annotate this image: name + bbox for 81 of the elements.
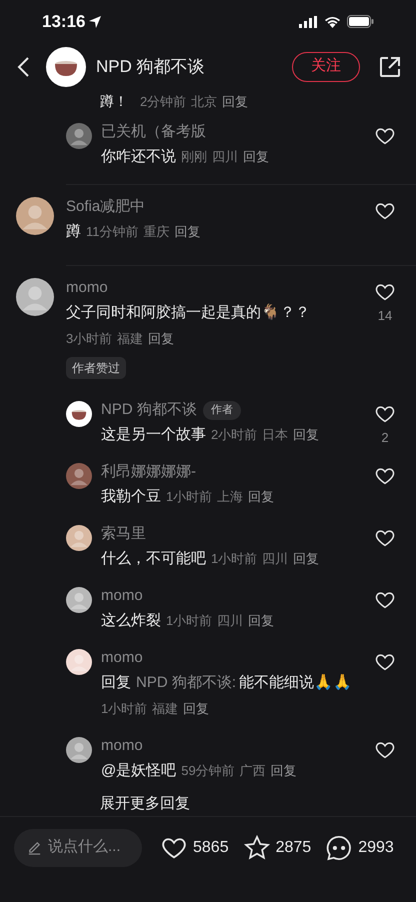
reply-link[interactable]: 回复 (248, 612, 274, 628)
reply-prefix: 回复 (101, 674, 131, 690)
comment-text: 父子同时和阿胶搞一起是真的🐐？？ (66, 304, 310, 320)
avatar[interactable] (66, 648, 92, 674)
reply-link[interactable]: 回复 (148, 330, 174, 346)
comment-location: 日本 (262, 426, 288, 442)
comment-text: 蹲 (66, 222, 81, 240)
comment-count: 2993 (358, 838, 394, 858)
comment-text: 这是另一个故事 (101, 426, 206, 442)
comment-location: 四川 (212, 148, 238, 164)
reply-target[interactable]: NPD 狗都不谈: (136, 674, 236, 690)
comment-text: 这么炸裂 (101, 612, 161, 628)
comment-location: 福建 (117, 330, 144, 346)
pencil-icon (27, 840, 42, 856)
comment-time: 1小时前 (166, 488, 212, 504)
commenter-name[interactable]: momo (66, 277, 108, 300)
comment-time: 59分钟前 (181, 762, 235, 778)
comment-time: 1小时前 (101, 700, 148, 716)
comment-text: 我勒个豆 (101, 488, 161, 504)
comment-location: 福建 (152, 700, 178, 716)
commenter-name[interactable]: 利昂娜娜娜娜- (101, 461, 196, 484)
comment-icon[interactable] (325, 834, 354, 862)
author-badge: 作者 (202, 401, 241, 420)
commenter-name[interactable]: 索马里 (101, 523, 146, 546)
follow-button[interactable]: 关注 (292, 52, 360, 82)
comment-time: 11分钟前 (86, 224, 138, 238)
comment-text: 能不能细说🙏🙏 (239, 674, 352, 690)
comment-time: 1小时前 (211, 550, 258, 566)
battery-icon (347, 15, 374, 28)
status-time: 13:16 (42, 11, 86, 34)
wifi-icon (324, 16, 341, 28)
like-count: 14 (378, 306, 392, 324)
reply-link[interactable]: 回复 (174, 224, 200, 238)
comment-text: 蹲！ (100, 92, 128, 111)
comment-time: 刚刚 (181, 148, 207, 164)
author-liked-tag: 作者赞过 (66, 356, 126, 378)
commenter-name[interactable]: momo (101, 647, 143, 670)
avatar[interactable] (66, 524, 92, 550)
location-arrow-icon (88, 14, 102, 29)
comment-text: 什么，不可能吧 (101, 550, 206, 566)
comment-text: @是妖怪吧 (101, 762, 176, 778)
reply-link[interactable]: 回复 (270, 762, 297, 778)
star-icon[interactable] (242, 834, 271, 862)
avatar[interactable] (66, 586, 92, 612)
expand-more-replies[interactable]: 展开更多回复 (100, 794, 190, 812)
commenter-name[interactable]: momo (101, 585, 143, 608)
avatar[interactable] (46, 46, 86, 87)
like-count: 5865 (193, 838, 229, 858)
comment-location: 上海 (217, 488, 244, 504)
favorite-count: 2875 (276, 838, 312, 858)
comment-time: 2小时前 (211, 426, 258, 442)
comment-location: 广西 (240, 762, 266, 778)
comment-time: 2分钟前 (140, 94, 186, 108)
avatar[interactable] (66, 462, 92, 488)
avatar[interactable] (66, 122, 92, 148)
avatar[interactable] (66, 736, 92, 762)
comment-location: 四川 (262, 550, 288, 566)
reply-link[interactable]: 回复 (183, 700, 210, 716)
reply-link[interactable]: 回复 (248, 488, 274, 504)
reply-link[interactable]: 回复 (243, 148, 269, 164)
avatar[interactable] (66, 400, 92, 426)
commenter-name[interactable]: Sofia减肥中 (66, 196, 146, 219)
commenter-name[interactable]: NPD 狗都不谈 (101, 399, 197, 422)
commenter-name[interactable]: 已关机（备考版 (101, 121, 206, 144)
comment-time: 3小时前 (66, 330, 112, 346)
share-icon[interactable] (378, 54, 402, 79)
comment-input[interactable]: 说点什么... (14, 828, 142, 867)
reply-link[interactable]: 回复 (293, 550, 320, 566)
avatar[interactable] (16, 278, 54, 316)
comment-time: 1小时前 (166, 612, 212, 628)
reply-link[interactable]: 回复 (293, 426, 320, 442)
reply-link[interactable]: 回复 (222, 94, 248, 108)
comment-location: 重庆 (144, 224, 170, 238)
comment-location: 四川 (217, 612, 244, 628)
comment-text: 你咋还不说 (101, 148, 176, 164)
account-name[interactable]: NPD 狗都不谈 (96, 54, 292, 80)
commenter-name[interactable]: momo (101, 735, 143, 758)
like-count: 2 (381, 428, 389, 446)
comment-location: 北京 (191, 94, 218, 108)
signal-icon (299, 16, 318, 28)
avatar[interactable] (16, 196, 54, 234)
